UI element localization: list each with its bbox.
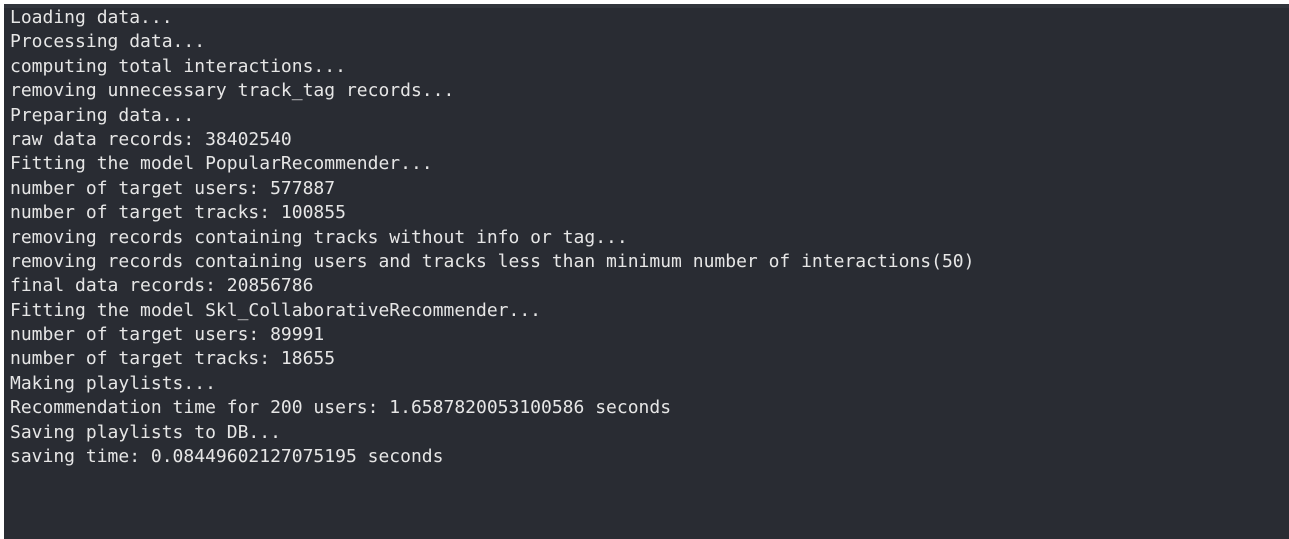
output-line: number of target tracks: 100855 — [10, 202, 346, 224]
terminal-window[interactable]: Loading data... Processing data... compu… — [4, 4, 1289, 539]
output-line: Processing data... — [10, 31, 206, 53]
output-line: Recommendation time for 200 users: 1.658… — [10, 397, 672, 419]
output-line: saving time: 0.08449602127075195 seconds — [10, 446, 444, 468]
output-line: Loading data... — [10, 7, 173, 28]
output-line: number of target users: 577887 — [10, 177, 336, 199]
output-line: Making playlists... — [10, 372, 216, 394]
output-line: removing records containing tracks witho… — [10, 226, 628, 248]
output-line: Fitting the model Skl_CollaborativeRecom… — [10, 299, 542, 321]
output-line: Fitting the model PopularRecommender... — [10, 153, 433, 175]
terminal-output: Loading data... Processing data... compu… — [10, 6, 975, 469]
output-line: removing unnecessary track_tag records..… — [10, 80, 455, 102]
output-line: number of target users: 89991 — [10, 324, 325, 346]
output-line: raw data records: 38402540 — [10, 128, 292, 150]
output-line: final data records: 20856786 — [10, 275, 314, 297]
output-line: removing records containing users and tr… — [10, 250, 975, 272]
output-line: number of target tracks: 18655 — [10, 348, 336, 370]
output-line: computing total interactions... — [10, 55, 346, 77]
output-line: Preparing data... — [10, 104, 195, 126]
output-line: Saving playlists to DB... — [10, 421, 281, 443]
